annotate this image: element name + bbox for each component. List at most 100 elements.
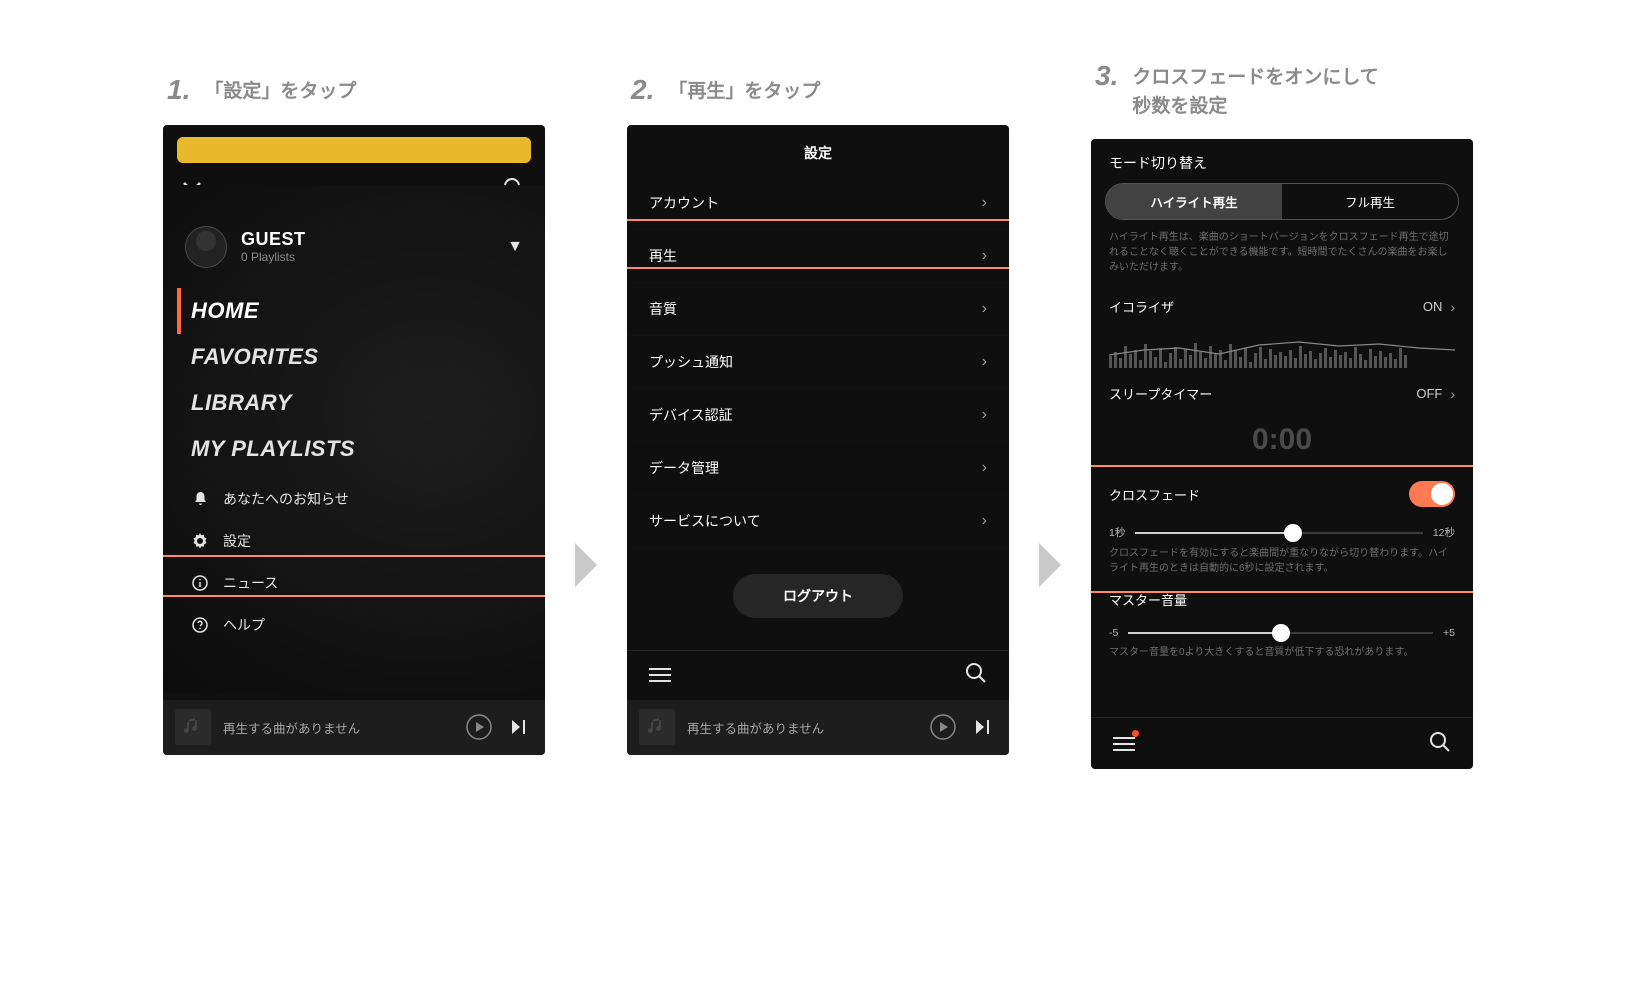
gear-icon <box>191 533 209 549</box>
settings-device[interactable]: デバイス認証 › <box>627 389 1009 442</box>
screen-1: GUEST 0 Playlists ▼ HOME FAVORITES LIBRA… <box>163 125 545 755</box>
settings-list: アカウント › 再生 › 音質 › プッシュ通知 › デバイス認証 › データ管理 › サー… <box>627 177 1009 548</box>
avatar <box>185 226 227 268</box>
master-volume-row: マスター音量 <box>1091 586 1473 621</box>
segment-full[interactable]: フル再生 <box>1282 184 1458 219</box>
row-label: デバイス認証 <box>649 405 733 425</box>
chevron-right-icon: › <box>982 459 987 477</box>
chevron-right-icon: › <box>982 512 987 530</box>
info-icon <box>191 575 209 591</box>
playbar: 再生する曲がありません <box>627 700 1009 755</box>
row-label: プッシュ通知 <box>649 352 733 372</box>
slider-max: +5 <box>1443 627 1455 639</box>
crossfade-row: クロスフェード <box>1091 469 1473 519</box>
settings-account[interactable]: アカウント › <box>627 177 1009 230</box>
crossfade-slider[interactable]: 1秒 12秒 <box>1109 525 1455 540</box>
arrow-right-icon <box>575 543 597 587</box>
menu-label: あなたへのお知らせ <box>223 489 349 509</box>
row-value: ON <box>1423 299 1443 314</box>
step-2-number: 2. <box>631 74 654 106</box>
crossfade-toggle[interactable] <box>1409 481 1455 507</box>
step-1: 1. 「設定」をタップ GUEST 0 Playlists ▼ <box>163 74 545 755</box>
chevron-right-icon: › <box>982 406 987 424</box>
menu-notifications[interactable]: あなたへのお知らせ <box>191 478 545 520</box>
step-3-text: クロスフェードをオンにして 秒数を設定 <box>1132 64 1378 121</box>
menu-label: ヘルプ <box>223 615 265 635</box>
nav-my-playlists[interactable]: MY PLAYLISTS <box>191 426 545 472</box>
album-art-placeholder <box>175 709 211 745</box>
row-label: データ管理 <box>649 458 719 478</box>
screen-3: モード切り替え ハイライト再生 フル再生 ハイライト再生は、楽曲のショートバージ… <box>1091 139 1473 769</box>
nav-favorites[interactable]: FAVORITES <box>191 334 545 380</box>
chevron-right-icon: › <box>982 247 987 265</box>
settings-about[interactable]: サービスについて › <box>627 495 1009 548</box>
menu-news[interactable]: ニュース <box>191 562 545 604</box>
slider-max: 12秒 <box>1433 525 1455 540</box>
notification-dot-icon <box>1132 730 1139 737</box>
menu-label: ニュース <box>223 573 278 593</box>
crossfade-description: クロスフェードを有効にすると楽曲間が重なりながら切り替わります。ハイライト再生の… <box>1091 544 1473 586</box>
chevron-right-icon: › <box>982 300 987 318</box>
arrow-right-icon <box>1039 543 1061 587</box>
slider-min: 1秒 <box>1109 525 1125 540</box>
nav-home[interactable]: HOME <box>177 288 545 334</box>
master-volume-slider[interactable]: -5 +5 <box>1109 627 1455 639</box>
sleep-timer-row[interactable]: スリープタイマー OFF › <box>1091 372 1473 415</box>
row-label: スリープタイマー <box>1109 384 1212 403</box>
search-icon[interactable] <box>1429 731 1451 756</box>
next-button[interactable] <box>969 713 997 741</box>
menu-label: 設定 <box>223 531 251 551</box>
row-value: OFF <box>1416 386 1442 401</box>
screen-2: 設定 アカウント › 再生 › 音質 › プッシュ通知 › デバイス認証 › データ管理 ›… <box>627 125 1009 755</box>
row-label: 音質 <box>649 299 677 319</box>
mode-segment[interactable]: ハイライト再生 フル再生 <box>1105 183 1459 220</box>
step-2-text: 「再生」をタップ <box>668 78 820 107</box>
chevron-right-icon: › <box>1450 299 1455 315</box>
hamburger-icon[interactable] <box>649 664 671 686</box>
sleep-timer-display: 0:00 <box>1091 415 1473 469</box>
step-3-number: 3. <box>1095 60 1118 92</box>
tab-bar <box>1091 717 1473 769</box>
step-2: 2. 「再生」をタップ 設定 アカウント › 再生 › 音質 › プッシュ通知 › デバ… <box>627 74 1009 755</box>
settings-push[interactable]: プッシュ通知 › <box>627 336 1009 389</box>
help-icon <box>191 617 209 633</box>
row-label: クロスフェード <box>1109 485 1200 504</box>
segment-highlight[interactable]: ハイライト再生 <box>1106 184 1282 219</box>
step-1-text: 「設定」をタップ <box>204 78 356 107</box>
step-1-number: 1. <box>167 74 190 106</box>
page-title: 設定 <box>627 125 1009 177</box>
search-icon[interactable] <box>965 662 987 689</box>
master-description: マスター音量を0より大きくすると音質が低下する恐れがあります。 <box>1091 643 1473 670</box>
menu-settings[interactable]: 設定 <box>191 520 545 562</box>
user-playlists-count: 0 Playlists <box>241 250 306 264</box>
play-button[interactable] <box>465 713 493 741</box>
chevron-right-icon: › <box>1450 386 1455 402</box>
settings-data[interactable]: データ管理 › <box>627 442 1009 495</box>
row-label: アカウント <box>649 193 719 213</box>
row-label: サービスについて <box>649 511 761 531</box>
chevron-right-icon: › <box>982 194 987 212</box>
user-row[interactable]: GUEST 0 Playlists ▼ <box>163 214 545 280</box>
equalizer-row[interactable]: イコライザ ON › <box>1091 285 1473 328</box>
slider-min: -5 <box>1109 627 1118 639</box>
next-button[interactable] <box>505 713 533 741</box>
row-label: 再生 <box>649 246 677 266</box>
user-name: GUEST <box>241 229 306 250</box>
nav-library[interactable]: LIBRARY <box>191 380 545 426</box>
hamburger-icon[interactable] <box>1113 733 1135 755</box>
play-button[interactable] <box>929 713 957 741</box>
dropdown-caret-icon: ▼ <box>507 238 523 256</box>
mode-section-title: モード切り替え <box>1091 153 1473 183</box>
album-art-placeholder <box>639 709 675 745</box>
chevron-right-icon: › <box>982 353 987 371</box>
playbar: 再生する曲がありません <box>163 700 545 755</box>
logout-button[interactable]: ログアウト <box>733 574 903 618</box>
menu-help[interactable]: ヘルプ <box>191 604 545 646</box>
playbar-text: 再生する曲がありません <box>687 718 917 737</box>
settings-quality[interactable]: 音質 › <box>627 283 1009 336</box>
top-banner <box>177 137 531 163</box>
row-label: マスター音量 <box>1109 590 1187 609</box>
row-label: イコライザ <box>1109 297 1174 316</box>
bell-icon <box>191 491 209 507</box>
settings-playback[interactable]: 再生 › <box>627 230 1009 283</box>
